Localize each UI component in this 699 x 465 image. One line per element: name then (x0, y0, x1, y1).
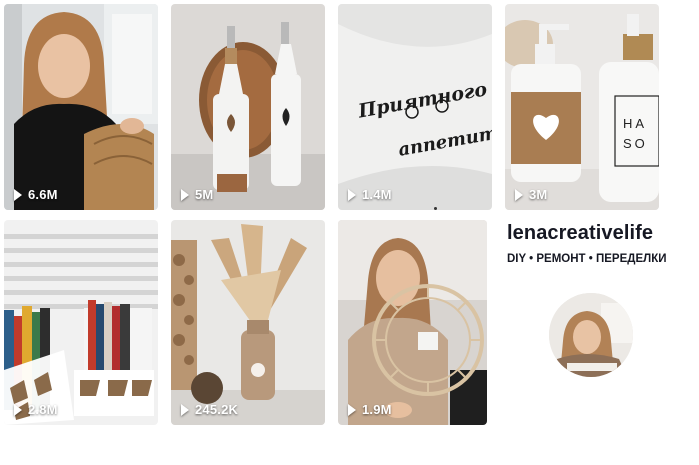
video-thumbnail-5[interactable]: 2.8M (4, 220, 158, 425)
view-count-label: 5M (195, 187, 214, 202)
view-count-label: 245.2K (195, 402, 239, 417)
video-image-2 (171, 4, 325, 210)
view-count-5: 2.8M (14, 402, 58, 417)
video-thumbnail-3[interactable]: Приятного аппетита 1.4M (338, 4, 492, 210)
play-icon (348, 188, 356, 201)
view-count-label: 3M (529, 187, 548, 202)
view-count-label: 6.6M (28, 187, 58, 202)
profile-avatar[interactable] (549, 293, 633, 377)
avatar-image (549, 293, 633, 377)
view-count-label: 2.8M (28, 402, 58, 417)
profile-username[interactable]: lenacreativelife (507, 222, 699, 245)
video-image-1 (4, 4, 158, 210)
view-count-4: 3M (515, 187, 547, 202)
play-icon (515, 188, 523, 201)
view-count-6: 245.2K (181, 402, 238, 417)
play-icon (181, 188, 189, 201)
view-count-7: 1.9M (348, 402, 392, 417)
video-thumbnail-7[interactable]: 1.9M (338, 220, 487, 425)
profile-info: lenacreativelife DIY • РЕМОНТ • ПЕРЕДЕЛК… (507, 222, 699, 265)
video-image-3: Приятного аппетита (338, 4, 492, 210)
video-image-5 (4, 220, 158, 425)
view-count-label: 1.4M (362, 187, 392, 202)
play-icon (348, 403, 356, 416)
bottle-label-1: HA (623, 116, 647, 131)
view-count-3: 1.4M (348, 187, 392, 202)
view-count-label: 1.9M (362, 402, 392, 417)
separator-dot (434, 207, 437, 210)
play-icon (181, 403, 189, 416)
video-image-6 (171, 220, 325, 425)
play-icon (14, 188, 22, 201)
play-icon (14, 403, 22, 416)
view-count-1: 6.6M (14, 187, 58, 202)
video-thumbnail-6[interactable]: 245.2K (171, 220, 325, 425)
video-image-4: HA SO (505, 4, 659, 210)
video-image-7 (338, 220, 487, 425)
video-thumbnail-2[interactable]: 5M (171, 4, 325, 210)
view-count-2: 5M (181, 187, 213, 202)
profile-bio: DIY • РЕМОНТ • ПЕРЕДЕЛКИ (507, 253, 667, 265)
bottle-label-2: SO (623, 136, 648, 151)
video-thumbnail-1[interactable]: 6.6M (4, 4, 158, 210)
video-thumbnail-4[interactable]: HA SO 3M (505, 4, 659, 210)
